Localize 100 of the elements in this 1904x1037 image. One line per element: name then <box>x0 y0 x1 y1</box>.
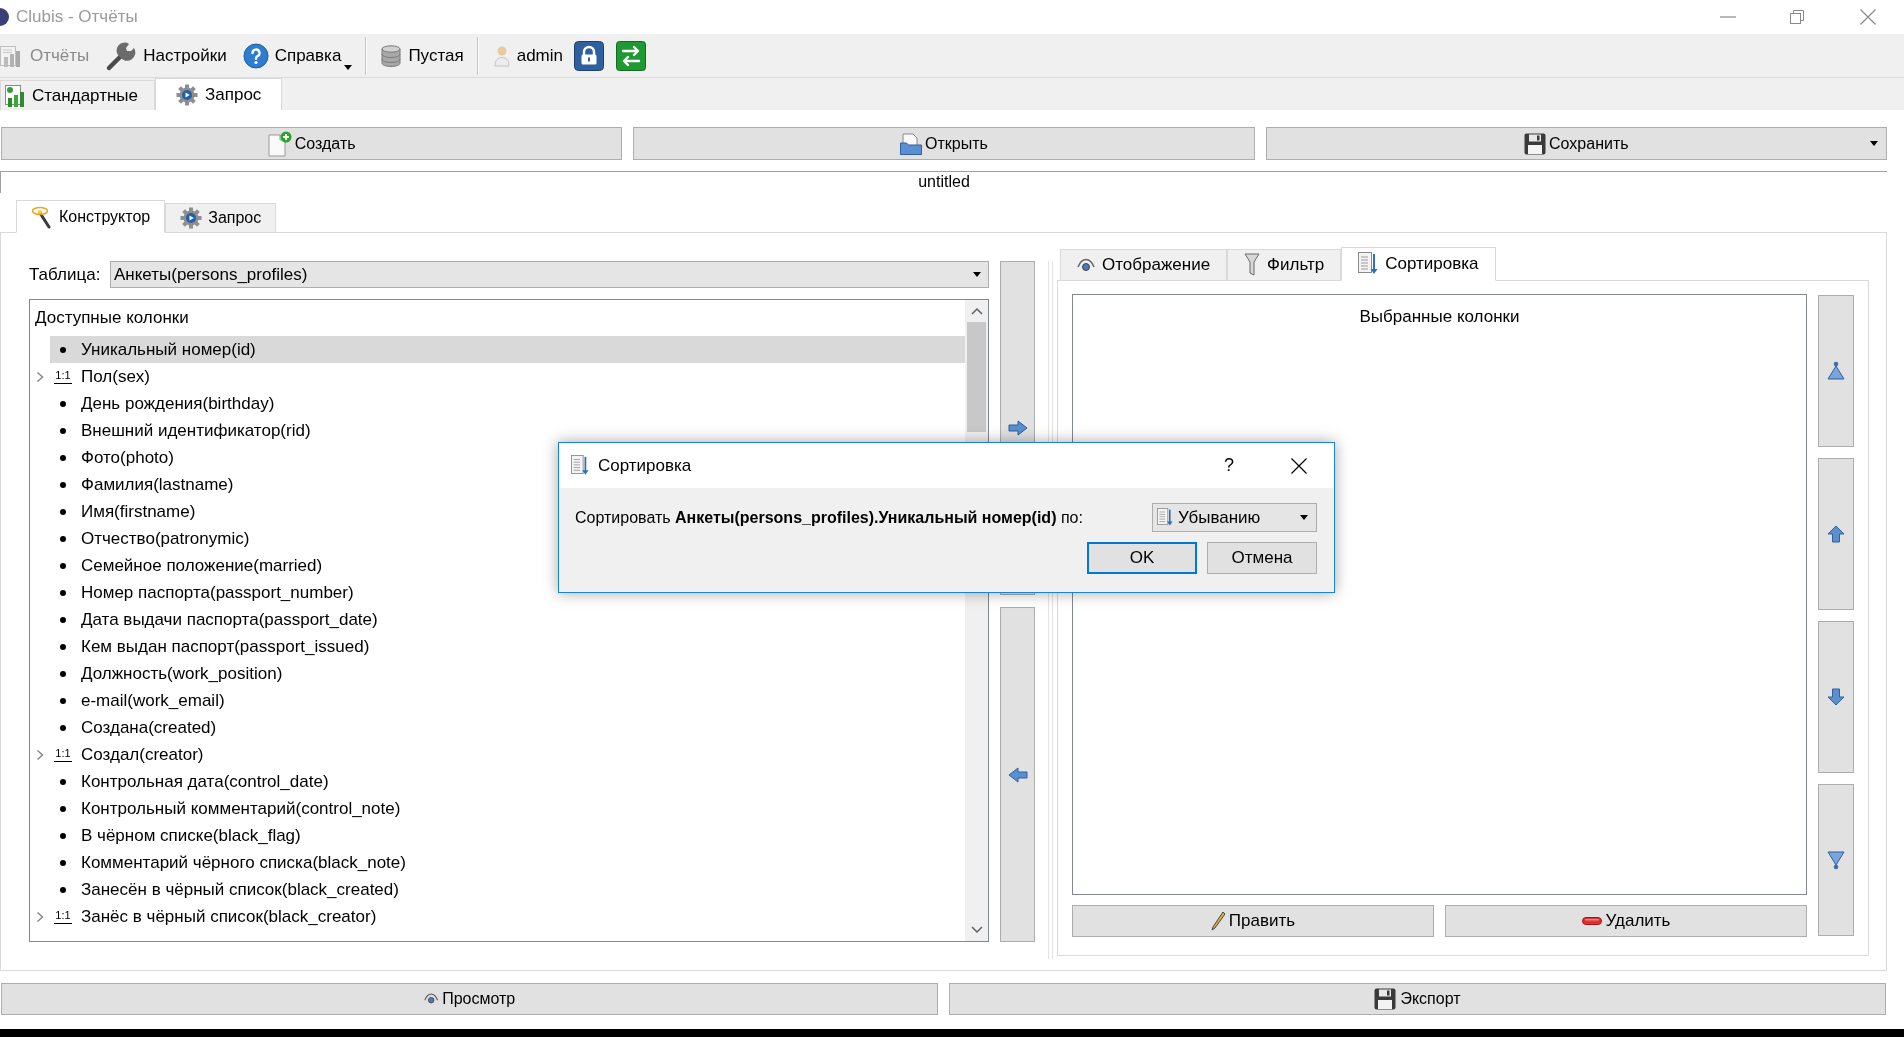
tab[interactable]: Запрос <box>165 203 277 232</box>
chevron-right-icon[interactable] <box>36 910 44 923</box>
cardinality-label: 1:1 <box>54 747 72 762</box>
column-item[interactable]: В чёрном списке(black_flag) <box>50 822 965 849</box>
scrollbar-thumb[interactable] <box>967 322 986 432</box>
caret-icon <box>1300 515 1308 520</box>
swap-arrows-icon[interactable] <box>616 40 646 71</box>
tab[interactable]: Конструктор <box>16 200 166 233</box>
list-header: Выбранные колонки <box>1359 306 1520 328</box>
bullet-icon <box>60 562 66 569</box>
move-to-top-icon <box>1827 361 1845 381</box>
sort-list-icon <box>571 454 589 477</box>
bullet-icon <box>60 346 66 353</box>
bullet-icon <box>60 859 66 866</box>
help-menu-button[interactable]: Справка <box>234 35 361 76</box>
lock-icon[interactable] <box>574 40 604 71</box>
eye-icon <box>1077 258 1095 272</box>
column-item[interactable]: Внешний идентификатор(rid) <box>50 417 965 444</box>
save-button[interactable]: Сохранить <box>1265 127 1887 160</box>
ok-button[interactable]: OK <box>1087 542 1197 574</box>
sort-list-icon <box>1358 252 1379 276</box>
caret-icon <box>973 272 981 277</box>
column-item[interactable]: День рождения(birthday) <box>50 390 965 417</box>
arrow-right-icon <box>1007 420 1028 436</box>
database-button[interactable]: Пустая <box>372 35 472 76</box>
minus-icon <box>1581 917 1602 925</box>
delete-button[interactable]: Удалить <box>1445 905 1807 937</box>
open-button[interactable]: Открыть <box>633 127 1255 160</box>
sort-order-dropdown[interactable]: Убыванию <box>1152 503 1317 532</box>
column-item[interactable]: Занесён в чёрный список(black_created) <box>50 876 965 903</box>
column-item[interactable]: Дата выдачи паспорта(passport_date) <box>50 606 965 633</box>
arrow-up-icon <box>1827 525 1845 543</box>
bullet-icon <box>60 454 66 461</box>
export-button[interactable]: Экспорт <box>949 983 1886 1015</box>
sort-list-icon <box>1157 507 1173 528</box>
cancel-button[interactable]: Отмена <box>1207 542 1317 574</box>
column-item[interactable]: 1:1 Занёс в чёрный список(black_creator) <box>50 903 965 930</box>
help-icon <box>242 42 269 69</box>
column-item[interactable]: e-mail(work_email) <box>50 687 965 714</box>
settings-button[interactable]: Настройки <box>97 35 235 76</box>
bullet-icon <box>60 778 66 785</box>
table-dropdown[interactable]: Анкеты(persons_profiles) <box>110 261 989 288</box>
dialog-message: Сортировать Анкеты(persons_profiles).Уникальный номер(id) по: <box>575 507 1083 528</box>
user-name: admin <box>516 44 563 67</box>
preview-button[interactable]: Просмотр <box>1 983 938 1015</box>
edit-button[interactable]: Править <box>1072 905 1434 937</box>
move-down-button[interactable] <box>1818 621 1854 773</box>
caret-icon <box>1870 141 1878 146</box>
column-item[interactable]: Создана(created) <box>50 714 965 741</box>
close-icon[interactable] <box>1291 457 1307 474</box>
column-item[interactable]: Контрольная дата(control_date) <box>50 768 965 795</box>
funnel-icon <box>1244 253 1261 277</box>
arrow-left-icon <box>1007 766 1028 783</box>
chart-icon <box>5 84 27 107</box>
move-to-top-button[interactable] <box>1818 295 1854 447</box>
column-item[interactable]: Отчество(patronymic) <box>50 525 965 552</box>
bullet-icon <box>60 697 66 704</box>
gear-icon <box>176 83 199 106</box>
move-to-bottom-icon <box>1827 850 1845 870</box>
list-header: Доступные колонки <box>35 307 189 330</box>
column-item[interactable]: Должность(work_position) <box>50 660 965 687</box>
column-item[interactable]: Кем выдан паспорт(passport_issued) <box>50 633 965 660</box>
pencil-icon <box>1210 911 1225 931</box>
window-title: Clubis - Отчёты <box>16 6 138 29</box>
bullet-icon <box>60 616 66 623</box>
tab[interactable]: Фильтр <box>1227 249 1342 280</box>
scroll-down-icon[interactable] <box>970 926 983 934</box>
chevron-right-icon[interactable] <box>36 748 44 761</box>
dialog-title: Сортировка <box>598 454 692 477</box>
column-item[interactable]: Уникальный номер(id) <box>50 336 965 363</box>
column-item[interactable]: 1:1 Создал(creator) <box>50 741 965 768</box>
scroll-up-icon[interactable] <box>970 307 983 315</box>
column-item[interactable]: Семейное положение(married) <box>50 552 965 579</box>
tab[interactable]: Сортировка <box>1341 247 1496 281</box>
column-item[interactable]: Номер паспорта(passport_number) <box>50 579 965 606</box>
tab[interactable]: Запрос <box>155 78 283 110</box>
bullet-icon <box>60 535 66 542</box>
tab[interactable]: Стандартные <box>0 80 156 110</box>
column-item[interactable]: Комментарий чёрного списка(black_note) <box>50 849 965 876</box>
tab[interactable]: Отображение <box>1060 249 1228 280</box>
bullet-icon <box>60 508 66 515</box>
magic-wand-icon <box>31 204 53 229</box>
cardinality-label: 1:1 <box>54 369 72 384</box>
bullet-icon <box>60 643 66 650</box>
column-item[interactable]: Контрольный комментарий(control_note) <box>50 795 965 822</box>
bullet-icon <box>60 481 66 488</box>
move-up-button[interactable] <box>1818 458 1854 610</box>
move-to-bottom-button[interactable] <box>1818 784 1854 936</box>
create-button[interactable]: Создать <box>1 127 623 160</box>
chevron-right-icon[interactable] <box>36 370 44 383</box>
eye-icon <box>423 993 439 1005</box>
table-label: Таблица: <box>29 263 102 286</box>
help-button[interactable]: ? <box>1219 452 1239 479</box>
bullet-icon <box>60 886 66 893</box>
restore-icon[interactable] <box>1790 10 1804 24</box>
column-item[interactable]: 1:1 Пол(sex) <box>50 363 965 390</box>
bullet-icon <box>60 427 66 434</box>
bullet-icon <box>60 400 66 407</box>
bullet-icon <box>60 832 66 839</box>
cardinality-label: 1:1 <box>54 909 72 924</box>
